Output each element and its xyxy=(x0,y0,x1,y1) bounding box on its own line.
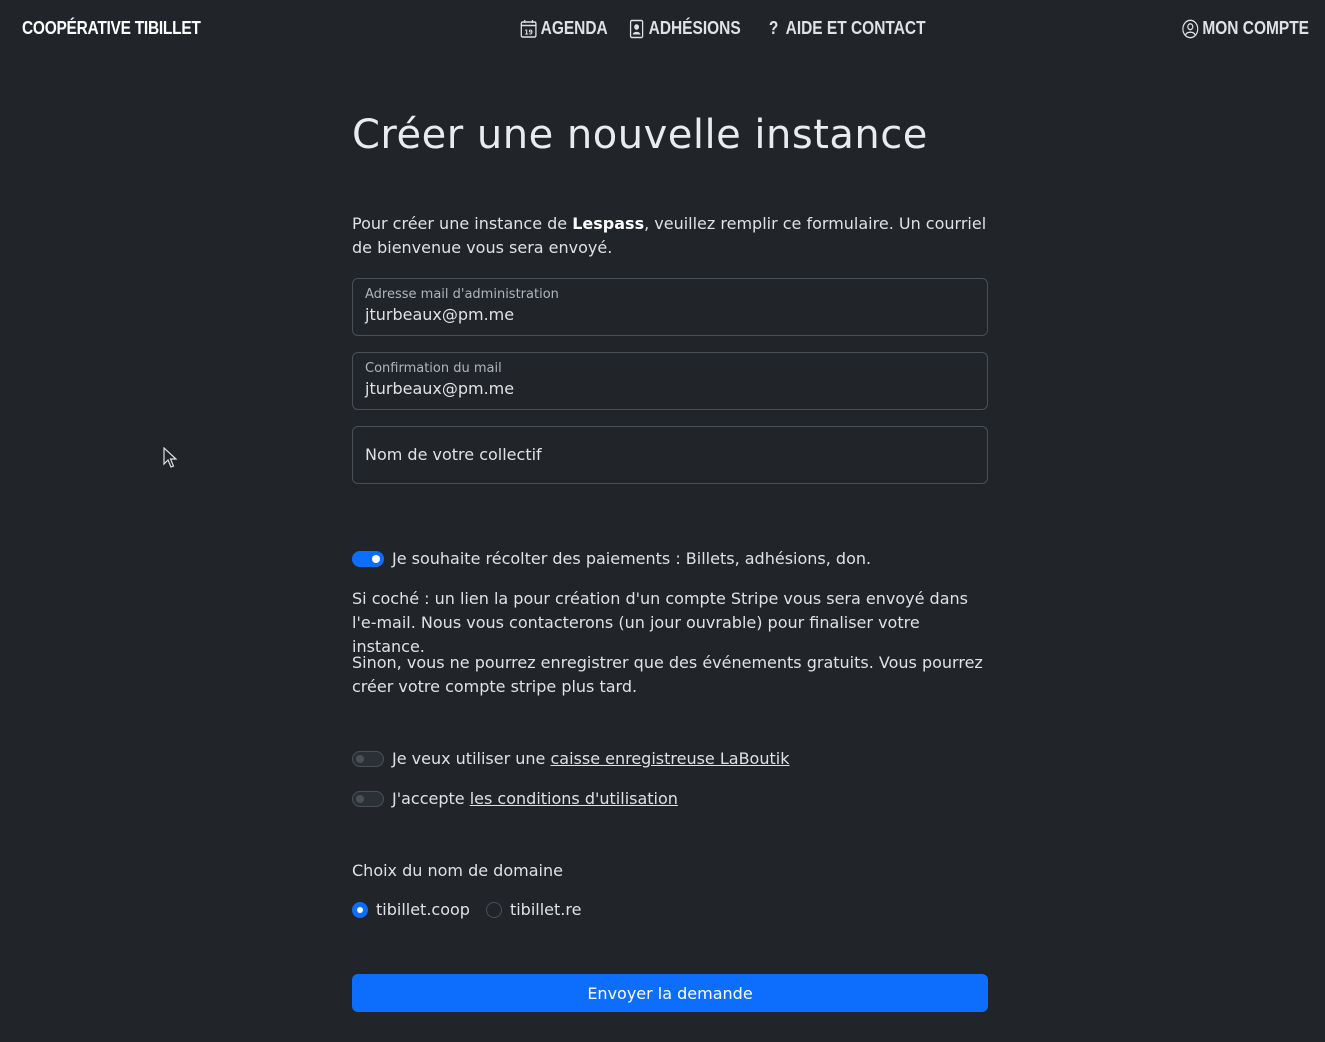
main-nav: 19 AGENDA ADHÉSIONS ? AIDE ET CONTACT xyxy=(520,18,940,39)
email-confirm-field[interactable]: Confirmation du mail jturbeaux@pm.me xyxy=(352,352,988,410)
intro-text: Pour créer une instance de Lespass, veui… xyxy=(352,212,988,260)
submit-request-button[interactable]: Envoyer la demande xyxy=(352,974,988,1012)
payments-info-unchecked: Sinon, vous ne pourrez enregistrer que d… xyxy=(352,653,983,696)
mouse-cursor-icon xyxy=(163,447,177,468)
laboutik-toggle-row[interactable]: Je veux utiliser une caisse enregistreus… xyxy=(352,749,789,768)
nav-agenda-label: AGENDA xyxy=(540,18,608,38)
terms-link[interactable]: les conditions d'utilisation xyxy=(470,789,678,808)
terms-pre: J'accepte xyxy=(392,789,470,808)
intro-product-name: Lespass xyxy=(572,214,645,233)
terms-toggle-row[interactable]: J'accepte les conditions d'utilisation xyxy=(352,789,678,808)
question-icon: ? xyxy=(768,18,779,38)
domain-choice-label: Choix du nom de domaine xyxy=(352,861,563,880)
nav-aide-label: AIDE ET CONTACT xyxy=(785,18,926,38)
calendar-icon: 19 xyxy=(520,19,537,39)
top-navbar: COOPÉRATIVE TIBILLET 19 AGENDA ADHÉSIONS… xyxy=(0,0,1325,58)
brand-logo-text[interactable]: COOPÉRATIVE TIBILLET xyxy=(22,18,201,39)
payments-info-checked: Si coché : un lien la pour création d'un… xyxy=(352,589,968,656)
domain-radio-coop[interactable] xyxy=(352,901,368,918)
collective-name-placeholder: Nom de votre collectif xyxy=(365,445,542,464)
svg-text:19: 19 xyxy=(524,28,533,37)
domain-radio-re-label[interactable]: tibillet.re xyxy=(510,900,581,919)
terms-switch[interactable] xyxy=(352,790,384,807)
domain-radio-re[interactable] xyxy=(485,901,502,918)
laboutik-pre: Je veux utiliser une xyxy=(392,749,551,768)
nav-aide-contact[interactable]: ? AIDE ET CONTACT xyxy=(765,18,926,39)
domain-radio-coop-label[interactable]: tibillet.coop xyxy=(376,900,470,919)
laboutik-switch[interactable] xyxy=(352,750,384,767)
admin-email-field[interactable]: Adresse mail d'administration jturbeaux@… xyxy=(352,278,988,336)
page-title: Créer une nouvelle instance xyxy=(352,112,928,158)
payments-toggle-row[interactable]: Je souhaite récolter des paiements : Bil… xyxy=(352,549,871,568)
terms-toggle-label: J'accepte les conditions d'utilisation xyxy=(392,789,678,808)
nav-adhesions[interactable]: ADHÉSIONS xyxy=(628,18,741,39)
payments-toggle-label: Je souhaite récolter des paiements : Bil… xyxy=(392,549,872,568)
admin-email-label: Adresse mail d'administration xyxy=(365,287,559,302)
nav-adhesions-label: ADHÉSIONS xyxy=(648,18,741,38)
laboutik-toggle-label: Je veux utiliser une caisse enregistreus… xyxy=(392,749,789,768)
domain-radio-group: tibillet.coop tibillet.re xyxy=(352,900,581,919)
nav-account-label: MON COMPTE xyxy=(1202,18,1309,38)
payments-switch[interactable] xyxy=(352,550,384,567)
admin-email-value[interactable]: jturbeaux@pm.me xyxy=(365,305,514,324)
email-confirm-label: Confirmation du mail xyxy=(365,361,502,376)
email-confirm-value[interactable]: jturbeaux@pm.me xyxy=(365,379,514,398)
nav-account[interactable]: MON COMPTE xyxy=(1182,18,1309,39)
collective-name-field[interactable]: Nom de votre collectif xyxy=(352,426,988,484)
nav-agenda[interactable]: 19 AGENDA xyxy=(520,18,608,39)
user-circle-icon xyxy=(1182,19,1199,39)
id-card-icon xyxy=(628,19,645,39)
laboutik-link[interactable]: caisse enregistreuse LaBoutik xyxy=(550,749,789,768)
intro-pre: Pour créer une instance de xyxy=(352,214,573,233)
